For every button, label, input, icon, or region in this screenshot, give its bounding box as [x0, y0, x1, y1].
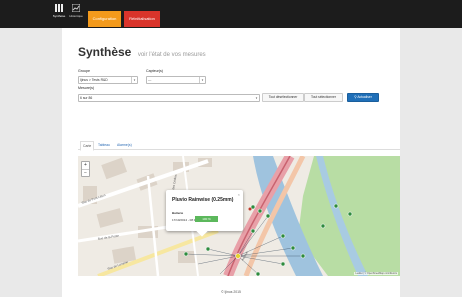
groupe-value: Ijinus > Tests R&D [80, 78, 108, 82]
refresh-button-label: Actualiser [357, 95, 372, 99]
capteurs-label: Capteur(s) [146, 69, 163, 73]
mesures-value: 6 sur 86 [80, 96, 93, 100]
tab-carte[interactable]: Carte [80, 141, 95, 151]
map-popup: × Pluvio Rainwise (0.25mm) Batterie 17/1… [166, 190, 243, 237]
configuration-button[interactable]: Configuration [88, 11, 121, 27]
popup-section-label: Batterie [172, 211, 184, 215]
top-navbar: Synthèse Historique Configuration Réinit… [0, 0, 462, 28]
main-content: Synthèse voir l'état de vos mesures Grou… [62, 28, 400, 297]
zoom-out-button[interactable]: − [82, 169, 89, 177]
page-footer: © Ijinus 2015 [221, 290, 241, 294]
tab-alarmes[interactable]: Alarme(s) [115, 141, 134, 149]
nav-historique-label: Historique [69, 14, 83, 18]
close-icon[interactable]: × [238, 192, 240, 197]
select-all-button[interactable]: Tout sélectionner [304, 93, 343, 102]
nav-historique[interactable]: Historique [66, 2, 86, 26]
reinitialisation-button[interactable]: Réinitialisation [124, 11, 160, 27]
map-attribution[interactable]: Leaflet | © OpenStreetMap contributors [354, 272, 398, 275]
chevron-down-icon: ▾ [131, 77, 137, 83]
battery-badge: 100 % [195, 216, 218, 222]
chevron-down-icon: ▾ [199, 77, 205, 83]
groupe-label: Groupe [78, 69, 90, 73]
map-view[interactable]: Rue du Pont Léton Rue de la Poste Rue de… [78, 156, 400, 276]
refresh-button[interactable]: ⚲ Actualiser [347, 93, 379, 102]
zoom-in-button[interactable]: + [82, 162, 89, 169]
page-title-text: Synthèse [78, 45, 132, 59]
chevron-down-icon: ▾ [255, 96, 258, 100]
mesures-label: Mesure(s) [78, 86, 95, 90]
popup-title: Pluvio Rainwise (0.25mm) [172, 197, 234, 203]
mesures-select[interactable]: 6 sur 86 ▾ [78, 94, 260, 102]
page-title: Synthèse voir l'état de vos mesures [78, 43, 206, 61]
capteurs-select[interactable]: --- ▾ [146, 76, 206, 84]
groupe-select[interactable]: Ijinus > Tests R&D ▾ [78, 76, 138, 84]
tab-tableau[interactable]: Tableau [96, 141, 112, 149]
view-tabs: Carte Tableau Alarme(s) [78, 139, 400, 151]
capteurs-value: --- [148, 78, 152, 82]
grid-icon [55, 4, 63, 12]
page-subtitle: voir l'état de vos mesures [137, 52, 206, 58]
chart-icon [72, 4, 80, 12]
zoom-control: + − [81, 161, 90, 177]
deselect-all-button[interactable]: Tout désélectionner [262, 93, 304, 102]
